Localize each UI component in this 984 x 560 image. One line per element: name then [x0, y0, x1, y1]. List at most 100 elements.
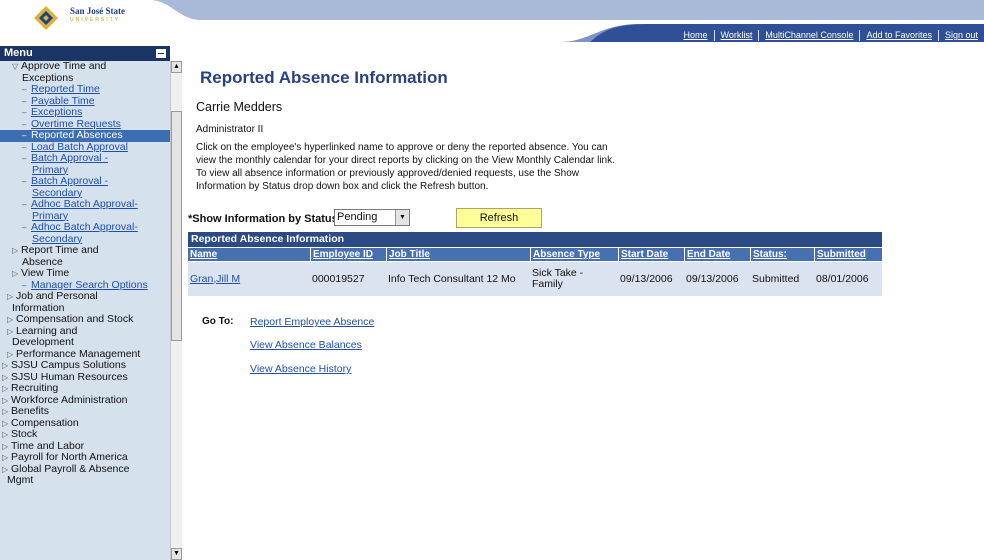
status-dropdown[interactable]: Pending ▼ — [334, 209, 410, 226]
menu-item-label: Absence — [22, 255, 63, 268]
row-absence-type: Sick Take - Family — [532, 267, 584, 290]
row-employee-id: 000019527 — [312, 272, 365, 285]
scroll-thumb[interactable] — [171, 111, 182, 341]
dash-icon: – — [22, 223, 27, 232]
status-value: Pending — [337, 211, 378, 223]
nav-divider — [859, 29, 861, 41]
menu-item-label: Compensation and Stock — [16, 313, 134, 325]
menu-item-label: Recruiting — [11, 382, 59, 394]
collapsed-icon: ▷ — [12, 246, 19, 255]
nav-multichannel-link[interactable]: MultiChannel Console — [759, 30, 859, 40]
menu-item-label: Adhoc Batch Approval- — [31, 198, 138, 210]
menu-item-label: Overtime Requests — [31, 117, 121, 130]
scroll-down-icon[interactable]: ▼ — [171, 548, 182, 560]
menu-item-label: Report Time and — [21, 244, 99, 256]
col-absence-type-header[interactable]: Absence Type — [530, 248, 600, 261]
university-subtitle: UNIVERSITY — [70, 17, 121, 23]
employee-name: Carrie Medders — [196, 100, 283, 114]
nav-favorites-link[interactable]: Add to Favorites — [860, 30, 938, 40]
nav-signout-link[interactable]: Sign out — [939, 30, 984, 40]
menu-item[interactable]: – Payable Time — [0, 95, 170, 108]
nav-home-link[interactable]: Home — [678, 30, 714, 40]
menu-item-label: Development — [12, 336, 74, 348]
scroll-up-icon[interactable]: ▲ — [171, 61, 182, 73]
nav-divider — [758, 29, 760, 41]
employee-link[interactable]: Gran,Jill M — [190, 273, 240, 285]
col-name-header[interactable]: Name — [188, 248, 217, 261]
menu-item[interactable]: – Adhoc Batch Approval- — [0, 221, 170, 234]
menu-item[interactable]: – Batch Approval - — [0, 152, 170, 165]
nav-divider — [937, 29, 939, 41]
menu-item-label: Job and Personal — [16, 290, 98, 302]
menu-item-label: Information — [12, 301, 65, 314]
refresh-button[interactable]: Refresh — [456, 208, 542, 228]
col-status-header[interactable]: Status: — [750, 248, 787, 261]
collapsed-icon: ▷ — [2, 430, 9, 439]
page-header: San José State UNIVERSITY Home Worklist … — [0, 0, 984, 46]
col-submitted-header[interactable]: Submitted — [814, 248, 866, 261]
menu-item-label: Learning and — [16, 324, 78, 337]
collapsed-icon: ▷ — [2, 407, 9, 416]
col-start-date-header[interactable]: Start Date — [618, 248, 668, 261]
menu-item-label: Load Batch Approval — [31, 140, 128, 153]
row-status: Submitted — [752, 272, 800, 285]
status-label: *Show Information by Status: — [188, 213, 342, 225]
collapsed-icon: ▷ — [2, 418, 9, 428]
menu-item-label: Exceptions — [22, 71, 74, 84]
menu-item-label: Reported Time — [31, 83, 100, 95]
report-absence-link[interactable]: Report Employee Absence — [250, 316, 374, 328]
collapsed-icon: ▷ — [2, 384, 9, 393]
menu-item-label: Performance Management — [16, 347, 141, 360]
menu-item[interactable]: – Adhoc Batch Approval- — [0, 198, 170, 211]
menu-item-label: Primary — [32, 209, 69, 222]
dash-icon: – — [22, 200, 27, 209]
nav-worklist-link[interactable]: Worklist — [715, 30, 759, 40]
collapsed-icon: ▷ — [2, 453, 9, 462]
menu-header: Menu — [0, 46, 170, 61]
logo-diamond-icon — [34, 6, 58, 30]
menu-item[interactable]: – Batch Approval - — [0, 175, 170, 188]
dash-icon: – — [22, 96, 27, 106]
dash-icon: – — [22, 108, 27, 117]
collapsed-icon: ▷ — [12, 269, 19, 278]
dash-icon: – — [22, 154, 27, 163]
dash-icon: – — [22, 119, 27, 129]
menu-item-label: Stock — [11, 428, 38, 440]
row-name-cell: Gran,Jill M — [188, 262, 308, 296]
dropdown-arrow-icon[interactable]: ▼ — [395, 210, 409, 225]
col-end-date-header[interactable]: End Date — [684, 248, 730, 261]
menu-item-label: Batch Approval - — [31, 175, 109, 187]
header-nav: Home Worklist MultiChannel Console Add t… — [678, 28, 984, 42]
menu-item-label: SJSU Human Resources — [11, 370, 128, 383]
col-employee-id-header[interactable]: Employee ID — [310, 248, 373, 261]
menu-item-label: Time and Labor — [11, 439, 85, 452]
menu-item-label: Primary — [32, 163, 69, 176]
menu-item-label: SJSU Campus Solutions — [11, 359, 126, 371]
collapsed-icon: ▷ — [2, 395, 9, 405]
grid-title: Reported Absence Information — [188, 232, 882, 247]
dash-icon: – — [22, 177, 27, 186]
menu-item-label: Batch Approval - — [31, 152, 109, 164]
menu-item-label: Exceptions — [31, 106, 83, 118]
collapsed-icon: ▷ — [2, 441, 9, 451]
col-job-title-header[interactable]: Job Title — [386, 248, 430, 261]
menu-item-label: Payroll for North America — [11, 451, 128, 463]
menu-item-label: Workforce Administration — [11, 393, 128, 406]
row-job-title: Info Tech Consultant 12 Mo — [388, 272, 516, 285]
dash-icon: – — [22, 131, 27, 140]
menu-item-label: Secondary — [32, 186, 83, 199]
menu-scrollbar[interactable]: ▲ ▼ — [170, 61, 182, 560]
dash-icon: – — [22, 142, 27, 152]
collapse-menu-icon[interactable] — [156, 49, 166, 58]
menu-tree: ▽ Approve Time and Exceptions – Reported Tim… — [0, 61, 170, 560]
page-title: Reported Absence Information — [200, 68, 448, 87]
absence-balances-link[interactable]: View Absence Balances — [250, 339, 362, 351]
row-submitted: 08/01/2006 — [816, 272, 869, 285]
menu-item: Mgmt — [0, 474, 170, 487]
collapsed-icon: ▷ — [2, 372, 9, 382]
menu-item-label: Benefits — [11, 405, 49, 417]
sjsu-logo[interactable]: San José State UNIVERSITY — [30, 2, 130, 38]
menu-item-label: Adhoc Batch Approval- — [31, 221, 138, 233]
absence-history-link[interactable]: View Absence History — [250, 363, 351, 375]
employee-role: Administrator II — [196, 124, 264, 135]
